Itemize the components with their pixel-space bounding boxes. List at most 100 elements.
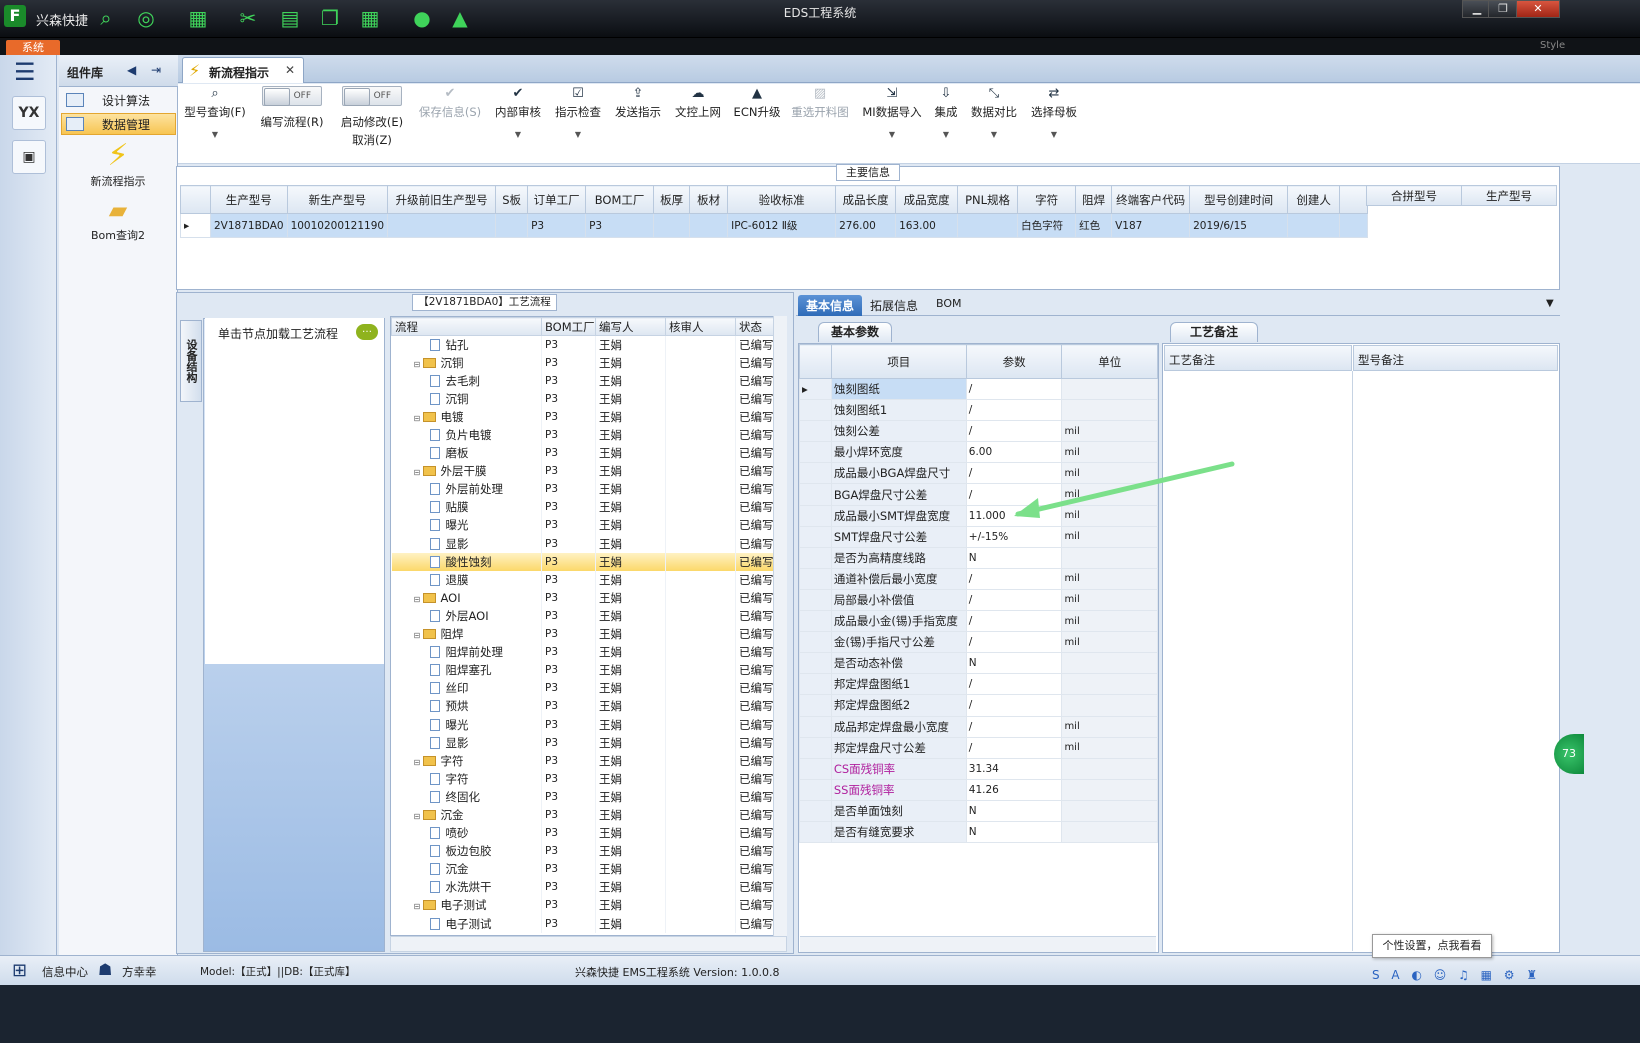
tree-row[interactable]: ⊟ 电子测试 P3 王娟 已编写 <box>391 896 776 915</box>
column-header[interactable]: 状态 <box>735 317 776 336</box>
param-row[interactable]: 蚀刻图纸1/ <box>799 399 1158 422</box>
tree-row[interactable]: 板边包胶 P3 王娟 已编写 <box>391 842 776 861</box>
column-header[interactable]: 单位 <box>1061 344 1158 379</box>
tree-row[interactable]: 阻焊塞孔 P3 王娟 已编写 <box>391 661 776 680</box>
process-remarks-tab[interactable]: 工艺备注 <box>1170 322 1258 342</box>
tree-row[interactable]: 水洗烘干 P3 王娟 已编写 <box>391 878 776 897</box>
column-header[interactable]: 创建人 <box>1287 185 1341 214</box>
column-header[interactable]: BOM工厂 <box>541 317 596 336</box>
row-indicator[interactable] <box>799 673 832 696</box>
tree-row[interactable]: ⊟ 沉铜 P3 王娟 已编写 <box>391 353 776 372</box>
close-tab-icon[interactable]: ✕ <box>285 63 295 77</box>
table-cell[interactable] <box>1287 213 1341 238</box>
integration-button[interactable]: ⇩ 集成 ▼ <box>930 86 962 150</box>
column-header[interactable]: 生产型号 <box>210 185 288 214</box>
table-cell[interactable] <box>957 213 1019 238</box>
tree-node[interactable]: 曝光 <box>391 516 542 535</box>
tree-row[interactable]: ⊟ 电镀 P3 王娟 已编写 <box>391 407 776 426</box>
table-cell[interactable]: IPC-6012 Ⅱ级 <box>727 213 837 238</box>
tree-row[interactable]: ⊟ 字符 P3 王娟 已编写 <box>391 751 776 770</box>
library-item-design-algorithm[interactable]: 设计算法 <box>61 89 176 111</box>
tree-node[interactable]: 钻孔 <box>391 335 542 354</box>
collapse-icon[interactable]: ⊟ <box>414 468 423 477</box>
row-indicator[interactable] <box>799 567 832 590</box>
tree-row[interactable]: 贴膜 P3 王娟 已编写 <box>391 498 776 517</box>
param-row[interactable]: 成品邦定焊盘最小宽度 / mil <box>799 715 1158 738</box>
param-value[interactable]: / <box>965 588 1063 612</box>
param-row[interactable]: 金(锡)手指尺寸公差 / mil <box>799 631 1158 654</box>
tree-row[interactable]: 丝印 P3 王娟 已编写 <box>391 679 776 698</box>
tree-row[interactable]: ⊟ 沉金 P3 王娟 已编写 <box>391 805 776 825</box>
column-header[interactable]: 核审人 <box>665 317 736 336</box>
tree-row[interactable]: 沉金 P3 王娟 已编写 <box>391 860 776 879</box>
write-flow-toggle[interactable]: OFF 编写流程(R) <box>254 86 330 150</box>
tree-node[interactable]: 外层AOI <box>391 606 542 625</box>
row-indicator[interactable] <box>799 420 832 443</box>
menu-icon[interactable]: ☰ <box>14 60 42 86</box>
tree-row[interactable]: 曝光 P3 王娟 已编写 <box>391 516 776 535</box>
row-indicator[interactable] <box>799 504 832 527</box>
table-cell[interactable] <box>495 213 529 238</box>
reselect-drawing-button[interactable]: ▨ 重选开料图 <box>788 86 852 150</box>
row-indicator[interactable] <box>799 652 832 675</box>
nav-back-icon[interactable]: ◀ <box>127 63 136 77</box>
column-header[interactable]: 合拼型号 <box>1366 185 1462 206</box>
tree-vertical-scrollbar[interactable] <box>773 316 787 936</box>
close-button[interactable]: ✕ <box>1516 0 1560 18</box>
data-compare-button[interactable]: ⤡ 数据对比 ▼ <box>968 86 1020 150</box>
personalize-tooltip[interactable]: 个性设置，点我看看 <box>1372 934 1492 958</box>
instruction-check-button[interactable]: ☑ 指示检查 ▼ <box>552 86 604 150</box>
column-header[interactable]: BOM工厂 <box>585 185 655 214</box>
column-header[interactable]: 项目 <box>830 344 967 379</box>
table-cell[interactable]: P3 <box>527 213 587 238</box>
column-header[interactable]: 流程 <box>391 317 542 336</box>
style-label[interactable]: Style <box>1540 40 1565 51</box>
param-row[interactable]: 是否单面蚀刻 N <box>799 799 1158 822</box>
row-indicator[interactable] <box>799 715 832 738</box>
pin-icon[interactable]: ⇥ <box>151 63 161 77</box>
collapse-icon[interactable]: ⊟ <box>414 360 423 369</box>
table-cell[interactable]: 163.00 <box>895 213 959 238</box>
info-center-link[interactable]: 信息中心 <box>42 964 88 980</box>
row-indicator[interactable] <box>799 631 832 654</box>
param-value[interactable]: / <box>965 694 1063 717</box>
tree-row[interactable]: 负片电镀 P3 王娟 已编写 <box>391 425 776 445</box>
table-cell[interactable]: 10010200121190 <box>286 213 389 238</box>
tree-horizontal-scrollbar[interactable] <box>390 936 787 952</box>
tree-row[interactable]: ⊟ 外层干膜 P3 王娟 已编写 <box>391 462 776 481</box>
tree-node[interactable]: 显影 <box>391 534 542 553</box>
column-header[interactable]: 编写人 <box>595 317 666 336</box>
off-toggle[interactable]: OFF <box>262 86 322 106</box>
table-cell[interactable]: 红色 <box>1075 213 1113 238</box>
row-indicator[interactable] <box>799 820 832 844</box>
collapse-icon[interactable]: ⊟ <box>414 595 423 604</box>
column-header[interactable]: 板厚 <box>653 185 691 214</box>
params-horizontal-scrollbar[interactable] <box>800 936 1156 952</box>
table-cell[interactable] <box>653 213 691 238</box>
param-row[interactable]: 是否有缝宽要求 N <box>799 820 1158 844</box>
tree-node[interactable]: 喷砂 <box>391 824 542 843</box>
table-cell[interactable] <box>689 213 729 238</box>
tree-node[interactable]: 沉铜 <box>391 389 542 408</box>
param-row[interactable]: ▸ 蚀刻图纸 / <box>799 377 1158 401</box>
side-tab-equipment-structure[interactable]: 设备结构 <box>180 320 202 402</box>
tree-row[interactable]: 预烘 P3 王娟 已编写 <box>391 697 776 716</box>
basic-params-tab[interactable]: 基本参数 <box>818 322 892 342</box>
basic-params-grid[interactable]: 项目 参数 单位 ▸ 蚀刻图纸 / 蚀刻图纸1/蚀刻公差 / mil 最小焊环宽度 6.00 mil… <box>798 343 1159 953</box>
column-header[interactable]: 板材 <box>689 185 729 214</box>
row-indicator[interactable] <box>799 525 832 548</box>
tree-node[interactable]: ⊟ 沉铜 <box>391 353 542 372</box>
tree-row[interactable]: 显影 P3 王娟 已编写 <box>391 534 776 553</box>
collapse-icon[interactable]: ⊟ <box>414 631 423 640</box>
param-row[interactable]: CS面残铜率 31.34 <box>799 757 1158 780</box>
tree-node[interactable]: ⊟ 字符 <box>391 751 542 770</box>
param-row[interactable]: 局部最小补偿值 / mil <box>799 588 1158 612</box>
param-row[interactable]: 是否为高精度线路 N <box>799 546 1158 569</box>
row-indicator[interactable] <box>799 441 832 464</box>
tree-node[interactable]: 阻焊塞孔 <box>391 661 542 680</box>
tree-node[interactable]: 沉金 <box>391 860 542 879</box>
app-new-flow-instruction[interactable]: ⚡ 新流程指示 <box>63 139 173 189</box>
tree-node[interactable]: ⊟ 外层干膜 <box>391 462 542 481</box>
param-row[interactable]: 蚀刻公差 / mil <box>799 420 1158 443</box>
column-header[interactable]: 升级前旧生产型号 <box>387 185 497 214</box>
